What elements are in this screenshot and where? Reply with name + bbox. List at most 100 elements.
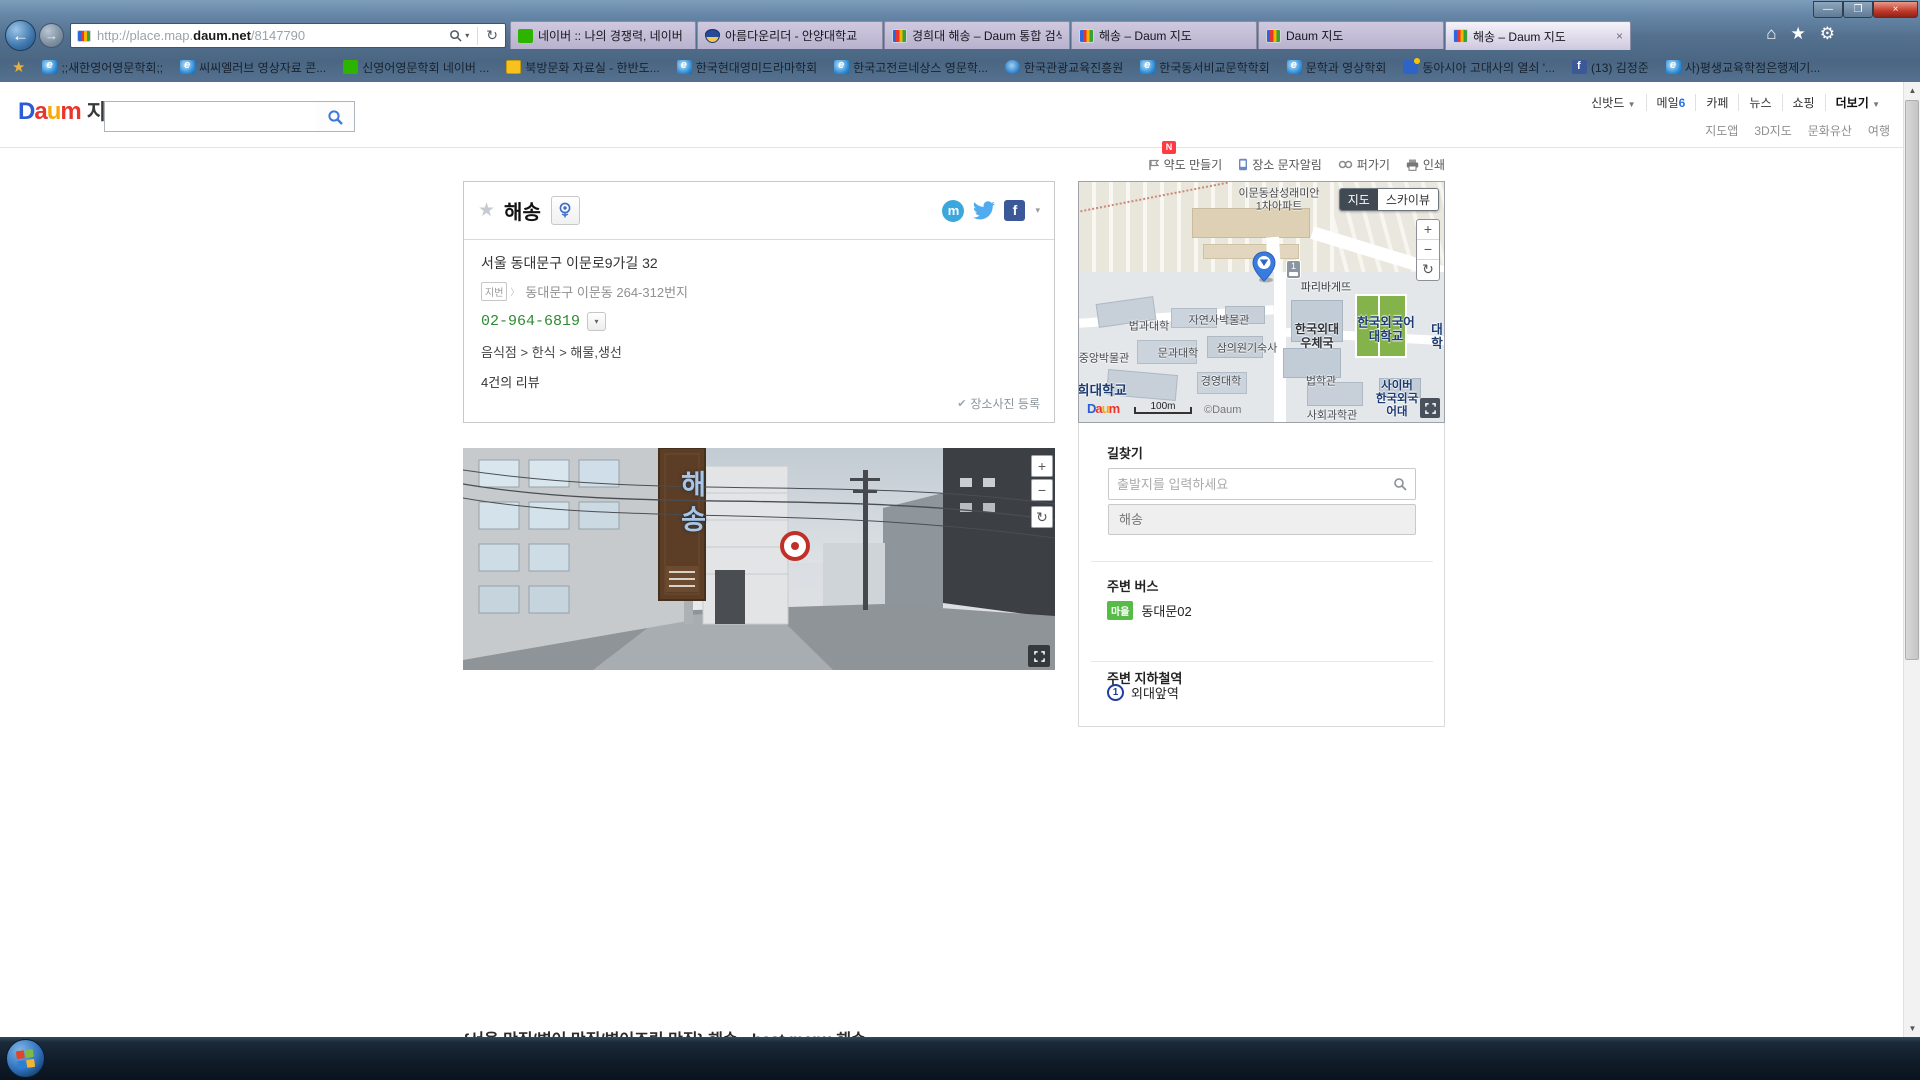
maximize-button[interactable]: ❐ bbox=[1843, 1, 1873, 18]
minimize-button[interactable]: — bbox=[1813, 1, 1843, 18]
favorite-item[interactable]: 한국관광교육진흥원 bbox=[1005, 59, 1123, 76]
favorite-item[interactable]: ;;새한영어영문학회;; bbox=[42, 59, 163, 76]
subnav-mapapp[interactable]: 지도앱 bbox=[1705, 122, 1738, 139]
naver-favicon bbox=[343, 60, 358, 74]
home-icon[interactable]: ⌂ bbox=[1766, 24, 1776, 44]
favorite-item[interactable]: (13) 김정준 bbox=[1572, 59, 1649, 76]
address-bar[interactable]: http://place.map.daum.net/8147790 ▾ ↻ bbox=[70, 23, 506, 48]
address-dropdown-icon[interactable]: ▾ bbox=[462, 31, 472, 40]
favorite-item[interactable]: 북방문화 자료실 - 한반도... bbox=[506, 59, 659, 76]
favorite-item[interactable]: 사)평생교육학점은행제기... bbox=[1666, 59, 1820, 76]
tab-naver[interactable]: 네이버 :: 나의 경쟁력, 네이버 bbox=[510, 21, 696, 49]
bookmark-star-icon[interactable]: ★ bbox=[478, 199, 495, 222]
map-refresh-button[interactable]: ↻ bbox=[1417, 260, 1439, 280]
tab-daum-search[interactable]: 경희대 해송 – Daum 통합 검색 bbox=[884, 21, 1070, 49]
register-photo-link[interactable]: ✔ 장소사진 등록 bbox=[957, 395, 1040, 412]
tab-active-haesong[interactable]: 해송 – Daum 지도× bbox=[1445, 21, 1631, 50]
bus-type-badge: 마을 bbox=[1107, 601, 1133, 620]
favorites-star-icon[interactable]: ★ bbox=[1791, 24, 1806, 44]
tab-anyang[interactable]: 아름다운리더 - 안양대학교 bbox=[697, 21, 883, 49]
place-info-card: ★ 해송 m f ▾ 서울 동대문구 이문로9가길 32 지번〉 동대문구 이문… bbox=[463, 181, 1055, 423]
bus-stop-icon: 1 bbox=[1286, 260, 1301, 279]
search-icon[interactable] bbox=[449, 29, 462, 42]
map-fullscreen-button[interactable] bbox=[1420, 398, 1440, 418]
search-icon bbox=[327, 109, 343, 125]
photo-fullscreen-button[interactable] bbox=[1028, 645, 1050, 667]
subway-item[interactable]: 1 외대앞역 bbox=[1107, 683, 1179, 702]
twitter-share-icon[interactable] bbox=[972, 201, 996, 221]
back-button[interactable]: ← bbox=[5, 20, 36, 51]
directions-origin-input[interactable] bbox=[1117, 477, 1393, 492]
review-count-link[interactable]: 4건의 리뷰 bbox=[481, 372, 1037, 391]
me2day-share-icon[interactable]: m bbox=[942, 200, 964, 222]
make-sketchmap-button[interactable]: 약도 만들기 bbox=[1148, 156, 1223, 173]
favorite-item[interactable]: 한국고전르네상스 영문학... bbox=[834, 59, 988, 76]
subnav-travel[interactable]: 여행 bbox=[1868, 122, 1890, 139]
roadview-button[interactable] bbox=[551, 196, 580, 225]
gnb-cafe[interactable]: 카페 bbox=[1695, 94, 1738, 111]
scroll-up-button[interactable]: ▲ bbox=[1904, 82, 1920, 99]
gnb-sinbad[interactable]: 신밧드 ▼ bbox=[1581, 94, 1645, 111]
daum-map-watermark: Daum bbox=[1087, 401, 1119, 416]
gnb-news[interactable]: 뉴스 bbox=[1738, 94, 1781, 111]
zoom-out-button[interactable]: − bbox=[1417, 240, 1439, 260]
map-search-input[interactable] bbox=[105, 102, 316, 131]
mini-map[interactable]: 이문동삼성래미안 1차아파트 파리바게뜨 법과대학 자연사박물관 한국외대 우체… bbox=[1078, 181, 1445, 423]
skyview-button[interactable]: 스카이뷰 bbox=[1378, 189, 1438, 210]
map-label: 사회과학관 bbox=[1307, 410, 1358, 423]
daum-favicon bbox=[1079, 29, 1094, 43]
page-scrollbar[interactable]: ▲ ▼ bbox=[1903, 82, 1920, 1037]
share-more-caret-icon[interactable]: ▾ bbox=[1035, 205, 1040, 216]
ie-favicon bbox=[1287, 60, 1302, 74]
gnb-label: 더보기 bbox=[1836, 96, 1869, 110]
photo-rotate-button[interactable]: ↻ bbox=[1031, 506, 1053, 528]
url-path: /8147790 bbox=[251, 28, 305, 43]
map-button[interactable]: 지도 bbox=[1340, 189, 1378, 210]
search-icon[interactable] bbox=[1393, 477, 1407, 491]
print-button[interactable]: 인쇄 bbox=[1406, 156, 1445, 173]
gnb-mail[interactable]: 메일6 bbox=[1646, 94, 1696, 111]
favorite-item[interactable]: 문학과 영상학회 bbox=[1287, 59, 1387, 76]
subnav-3dmap[interactable]: 3D지도 bbox=[1754, 122, 1791, 139]
map-search-button[interactable] bbox=[316, 101, 355, 132]
favorite-label: 신영어영문학회 네이버 ... bbox=[362, 59, 489, 76]
photo-zoom-in-button[interactable]: + bbox=[1031, 455, 1053, 477]
refresh-icon[interactable]: ↻ bbox=[483, 27, 501, 44]
cafe-favicon bbox=[506, 60, 521, 74]
scrollbar-thumb[interactable] bbox=[1905, 100, 1919, 660]
sidebar-divider bbox=[1091, 561, 1433, 562]
phone-dropdown-button[interactable]: ▾ bbox=[587, 312, 606, 331]
favorite-item[interactable]: 씨씨엘러브 영상자료 콘... bbox=[180, 59, 326, 76]
start-button[interactable] bbox=[6, 1039, 45, 1078]
place-photo[interactable] bbox=[463, 448, 1055, 670]
facebook-share-icon[interactable]: f bbox=[1004, 200, 1025, 221]
tab-daum-map-1[interactable]: 해송 – Daum 지도 bbox=[1071, 21, 1257, 49]
chevron-down-icon: ▼ bbox=[1628, 100, 1636, 109]
gnb-more[interactable]: 더보기 ▼ bbox=[1825, 94, 1890, 111]
map-label: 중앙박물관 bbox=[1079, 353, 1130, 366]
gnb-shopping[interactable]: 쇼핑 bbox=[1782, 94, 1825, 111]
bus-item[interactable]: 마을 동대문02 bbox=[1107, 601, 1192, 620]
favorite-item[interactable]: 신영어영문학회 네이버 ... bbox=[343, 59, 489, 76]
zoom-in-button[interactable]: + bbox=[1417, 220, 1439, 240]
favorite-item[interactable]: 동아시아 고대사의 열쇠 '... bbox=[1403, 59, 1555, 76]
windows-taskbar bbox=[0, 1037, 1920, 1080]
subnav-heritage[interactable]: 문화유산 bbox=[1808, 122, 1852, 139]
favorite-label: 한국관광교육진흥원 bbox=[1024, 59, 1123, 76]
tab-daum-map-2[interactable]: Daum 지도 bbox=[1258, 21, 1444, 49]
favorite-item[interactable]: 한국동서비교문학학회 bbox=[1140, 59, 1269, 76]
directions-destination-field[interactable]: 해송 bbox=[1108, 504, 1416, 535]
favorite-label: 북방문화 자료실 - 한반도... bbox=[525, 59, 659, 76]
scroll-down-button[interactable]: ▼ bbox=[1904, 1020, 1920, 1037]
photo-zoom-out-button[interactable]: − bbox=[1031, 479, 1053, 501]
settings-gear-icon[interactable]: ⚙ bbox=[1820, 24, 1835, 44]
close-button[interactable]: × bbox=[1873, 1, 1918, 18]
map-search-box bbox=[104, 101, 317, 132]
forward-button[interactable]: → bbox=[39, 23, 64, 48]
sms-alert-button[interactable]: 장소 문자알림 bbox=[1238, 156, 1322, 173]
favorite-item[interactable]: 한국현대영미드라마학회 bbox=[677, 59, 817, 76]
embed-button[interactable]: 퍼가기 bbox=[1338, 156, 1390, 173]
right-sidebar: 길찾기 해송 주변 버스 마을 동대문02 주변 지하철역 1 외대앞역 bbox=[1078, 423, 1445, 727]
add-favorite-icon[interactable]: ★ bbox=[12, 58, 25, 76]
tab-close-icon[interactable]: × bbox=[1611, 29, 1623, 43]
